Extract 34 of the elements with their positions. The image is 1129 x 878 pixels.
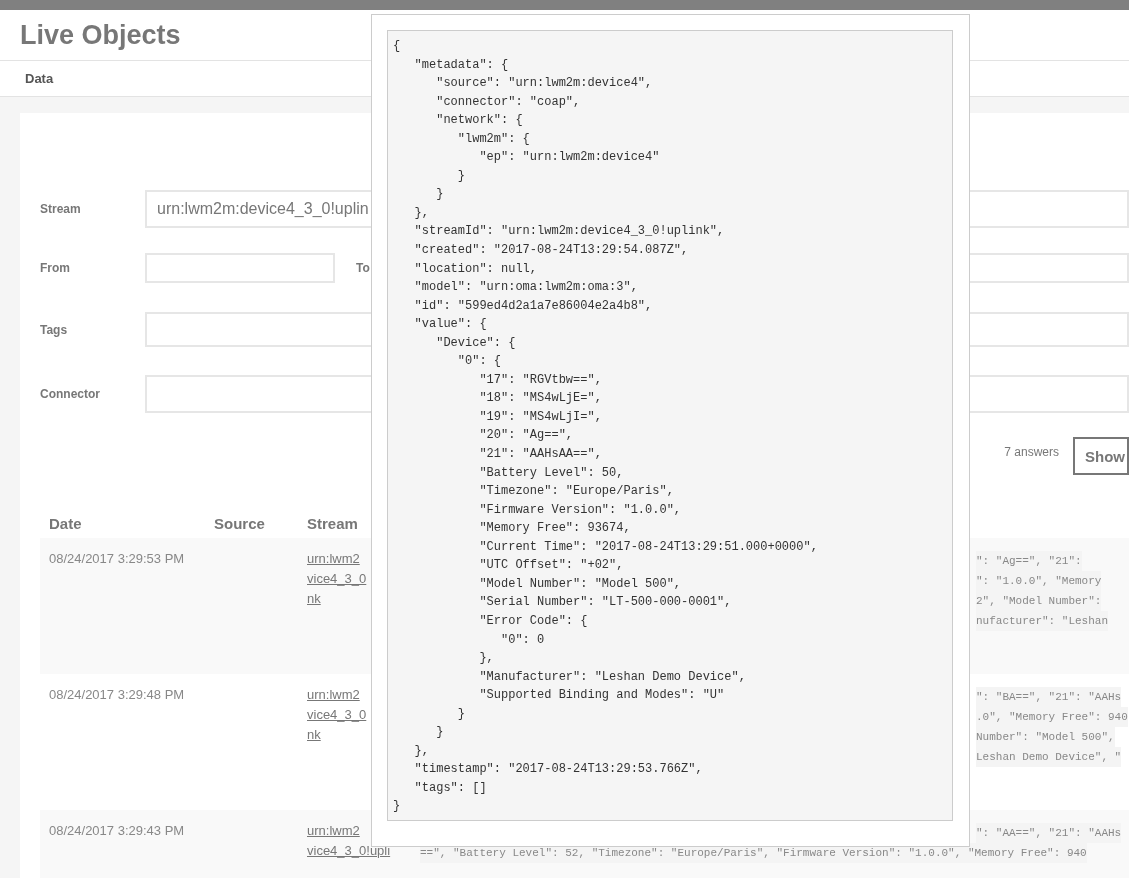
field-label: Tags: [40, 322, 69, 337]
field-label: To: [356, 261, 371, 275]
column-header: Stream: [307, 515, 359, 532]
stream-link[interactable]: urn:lwm2: [307, 685, 360, 705]
show-button[interactable]: Show: [1073, 437, 1129, 475]
value-text: Leshan Demo Device", ": [976, 747, 1122, 767]
stream-link[interactable]: vice4_3_0!upli: [307, 841, 391, 861]
value-text: ": "AA==", "21": "AAHs: [976, 823, 1122, 843]
stream-link[interactable]: urn:lwm2: [307, 821, 360, 841]
result-count: 7 answers: [1004, 445, 1059, 459]
field-label: Connector: [40, 387, 101, 401]
date-cell-text: 08/24/2017 3:29:43 PM: [48, 822, 186, 840]
value-text: .0", "Memory Free": 940: [976, 707, 1128, 727]
stream-link[interactable]: vice4_3_0: [307, 705, 367, 725]
value-text: ": "1.0.0", "Memory: [976, 571, 1102, 591]
nav-tab[interactable]: Data: [25, 71, 54, 86]
value-text: Number": "Model 500",: [976, 727, 1115, 747]
stream-link[interactable]: nk: [307, 589, 321, 609]
column-header: Source: [214, 515, 266, 532]
stream-link[interactable]: urn:lwm2: [307, 549, 360, 569]
value-text: ": "Ag==", "21":: [976, 551, 1082, 571]
field-label: From: [40, 261, 71, 275]
value-text: nufacturer": "Leshan: [976, 611, 1109, 631]
value-text: 2", "Model Number":: [976, 591, 1102, 611]
app-title: Live Objects: [20, 19, 181, 51]
date-cell-text: 08/24/2017 3:29:48 PM: [48, 686, 186, 704]
stream-link[interactable]: vice4_3_0: [307, 569, 367, 589]
stream-link[interactable]: nk: [307, 725, 321, 745]
date-cell-text: 08/24/2017 3:29:53 PM: [48, 550, 186, 568]
json-code: { "metadata": { "source": "urn:lwm2m:device4", "connector": "coap", "network": { "lwm2m": { "ep": "urn:lwm2m:device4" } } }, "streamId": "urn:lwm2m:device4_3_0!uplink", "created": "2017-08-24T13:29:54.087Z", "location": null, "model": "urn:oma:lwm2m:oma:3", "id": "599ed4d2a1a7e86004e2a4b8", "value": { "Device": { "0": { "17": "RGVtbw==", "18": "MS4wLjE=", "19": "MS4wLjI=", "20": "Ag==", "21": "AAHsAA==", "Battery Level": 50, "Timezone": "Europe/Paris", "Firmware Version": "1.0.0", "Memory Free": 93674, "Current Time": "2017-08-24T13:29:51.000+0000", "UTC Offset": "+02", "Model Number": "Model 500", "Serial Number": "LT-500-000-0001", "Error Code": { "0": 0 }, "Manufacturer": "Leshan Demo Device", "Supported Binding and Modes": "U" } } }, "timestamp": "2017-08-24T13:29:53.766Z", "tags": [] }: [387, 30, 953, 821]
from-field[interactable]: [145, 253, 335, 283]
field-label: Stream: [40, 202, 82, 216]
column-header: Date: [48, 515, 83, 532]
value-text: ": "BA==", "21": "AAHs: [976, 687, 1122, 707]
